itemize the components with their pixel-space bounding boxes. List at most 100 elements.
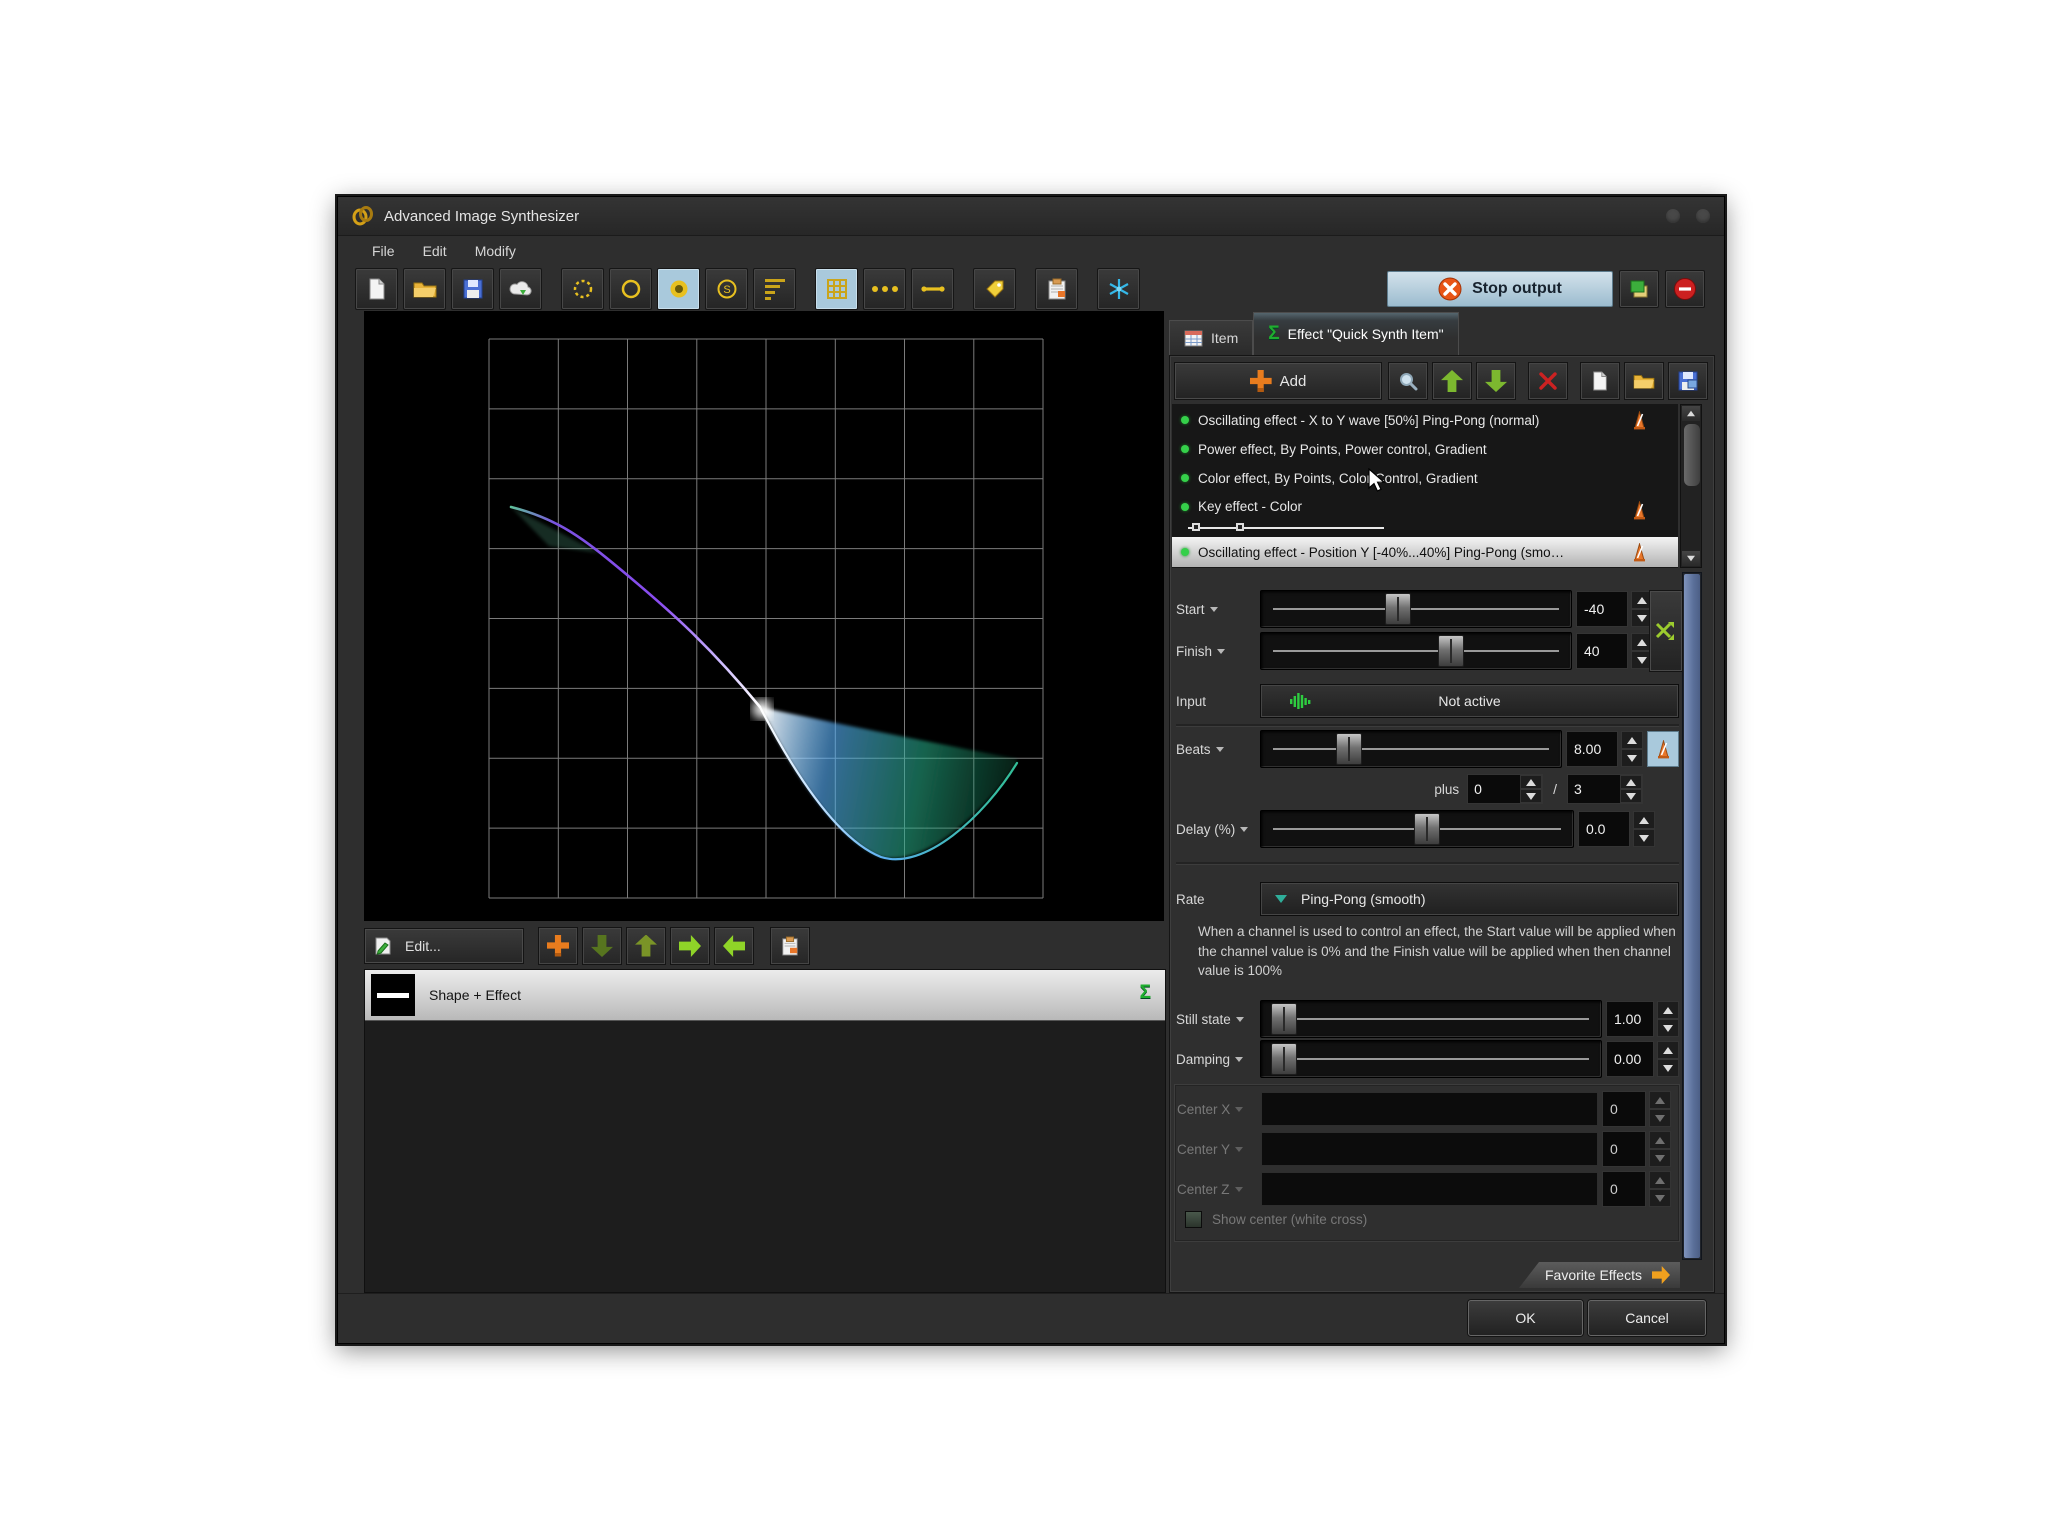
finish-slider[interactable] <box>1260 632 1572 670</box>
key-effect-range-slider[interactable] <box>1188 523 1384 533</box>
spin-up-button[interactable] <box>1621 731 1643 749</box>
menu-modify[interactable]: Modify <box>475 243 516 259</box>
spin-down-button[interactable] <box>1621 749 1643 767</box>
spin-up-button[interactable] <box>1657 1041 1679 1059</box>
spin-down-button[interactable] <box>1633 829 1655 847</box>
effect-row[interactable]: Power effect, By Points, Power control, … <box>1172 435 1678 463</box>
add-effect-button[interactable]: Add <box>1174 362 1382 400</box>
spin-down-button[interactable] <box>1649 1109 1671 1127</box>
effect-row-selected[interactable]: Oscillating effect - Position Y [-40%...… <box>1172 537 1678 567</box>
delay-value[interactable]: 0.0 <box>1578 811 1630 847</box>
beats-value[interactable]: 8.00 <box>1566 731 1618 767</box>
slider-thumb[interactable] <box>1438 635 1464 667</box>
damping-slider[interactable] <box>1260 1040 1602 1078</box>
center-y-value[interactable]: 0 <box>1602 1131 1646 1167</box>
search-effect-button[interactable] <box>1388 362 1428 400</box>
freeze-button[interactable] <box>1097 268 1140 310</box>
center-x-field[interactable] <box>1261 1092 1598 1126</box>
s-shape-button[interactable]: S <box>705 268 748 310</box>
delay-label[interactable]: Delay (%) <box>1176 822 1260 837</box>
shape-list-item-selected[interactable]: Shape + Effect Σ <box>365 970 1165 1021</box>
delay-spinner[interactable] <box>1633 811 1655 847</box>
circle-outline-button[interactable] <box>609 268 652 310</box>
new-document-button[interactable] <box>355 268 398 310</box>
spin-down-button[interactable] <box>1520 789 1542 803</box>
center-z-value[interactable]: 0 <box>1602 1171 1646 1207</box>
still-state-value[interactable]: 1.00 <box>1606 1001 1654 1037</box>
title-bar[interactable]: Advanced Image Synthesizer <box>338 197 1724 236</box>
start-label[interactable]: Start <box>1176 602 1260 617</box>
effect-row[interactable]: Oscillating effect - X to Y wave [50%] P… <box>1172 406 1678 434</box>
finish-label[interactable]: Finish <box>1176 644 1260 659</box>
center-y-spinner[interactable] <box>1649 1131 1671 1167</box>
move-shape-down-button[interactable] <box>582 927 622 965</box>
beats-label[interactable]: Beats <box>1176 742 1260 757</box>
minimize-button[interactable] <box>1666 209 1680 223</box>
spin-up-button[interactable] <box>1520 775 1542 789</box>
spin-down-button[interactable] <box>1649 1189 1671 1207</box>
beam-button[interactable] <box>911 268 954 310</box>
scroll-up-button[interactable] <box>1682 406 1700 421</box>
menu-edit[interactable]: Edit <box>423 243 447 259</box>
effect-row[interactable]: Key effect - Color <box>1172 493 1678 535</box>
stop-output-button[interactable]: Stop output <box>1387 271 1613 307</box>
rate-dropdown[interactable]: Ping-Pong (smooth) <box>1260 882 1679 916</box>
spin-up-button[interactable] <box>1620 775 1642 789</box>
clipboard-button[interactable] <box>1035 268 1078 310</box>
save-button[interactable] <box>451 268 494 310</box>
edit-shape-button[interactable]: Edit... <box>364 928 524 964</box>
start-slider[interactable] <box>1260 590 1572 628</box>
spin-up-button[interactable] <box>1649 1171 1671 1189</box>
still-state-slider[interactable] <box>1260 1000 1602 1038</box>
add-shape-button[interactable] <box>538 927 578 965</box>
slider-thumb[interactable] <box>1385 593 1411 625</box>
center-z-spinner[interactable] <box>1649 1171 1671 1207</box>
delay-slider[interactable] <box>1260 810 1574 848</box>
blackout-button[interactable] <box>1665 270 1705 308</box>
close-button[interactable] <box>1696 209 1710 223</box>
plus-spinner[interactable] <box>1520 775 1542 803</box>
effect-row[interactable]: Color effect, By Points, Color Control, … <box>1172 464 1678 492</box>
show-center-checkbox[interactable] <box>1185 1211 1202 1228</box>
spin-down-button[interactable] <box>1620 789 1642 803</box>
ok-button[interactable]: OK <box>1468 1300 1583 1336</box>
scroll-down-button[interactable] <box>1682 551 1700 566</box>
point-mode-button[interactable] <box>561 268 604 310</box>
still-state-label[interactable]: Still state <box>1176 1012 1260 1027</box>
center-y-field[interactable] <box>1261 1132 1598 1166</box>
effect-list-scrollbar[interactable] <box>1680 404 1702 568</box>
paste-shape-button[interactable] <box>770 927 810 965</box>
spin-down-button[interactable] <box>1657 1059 1679 1077</box>
open-file-button[interactable] <box>403 268 446 310</box>
panel-scrollbar-thumb[interactable] <box>1684 574 1700 1258</box>
delete-effect-button[interactable] <box>1528 362 1568 400</box>
spin-down-button[interactable] <box>1657 1019 1679 1037</box>
ellipsis-button[interactable] <box>863 268 906 310</box>
spin-up-button[interactable] <box>1649 1091 1671 1109</box>
cloud-button[interactable] <box>499 268 542 310</box>
tab-item[interactable]: Item <box>1169 320 1253 355</box>
range-handle[interactable] <box>1192 523 1200 531</box>
scrollbar-thumb[interactable] <box>1683 423 1701 487</box>
move-effect-up-button[interactable] <box>1432 362 1472 400</box>
slider-thumb[interactable] <box>1271 1003 1297 1035</box>
laser-preview-canvas[interactable] <box>364 311 1164 921</box>
filled-circle-button[interactable] <box>657 268 700 310</box>
damping-spinner[interactable] <box>1657 1041 1679 1077</box>
spin-up-button[interactable] <box>1657 1001 1679 1019</box>
tag-button[interactable] <box>973 268 1016 310</box>
new-effect-file-button[interactable] <box>1580 362 1620 400</box>
menu-file[interactable]: File <box>372 243 395 259</box>
slider-thumb[interactable] <box>1271 1043 1297 1075</box>
damping-label[interactable]: Damping <box>1176 1052 1260 1067</box>
spin-down-button[interactable] <box>1649 1149 1671 1167</box>
center-x-spinner[interactable] <box>1649 1091 1671 1127</box>
cancel-button[interactable]: Cancel <box>1588 1300 1706 1336</box>
start-value[interactable]: -40 <box>1576 591 1628 627</box>
beat-sync-button[interactable] <box>1647 731 1679 767</box>
damping-value[interactable]: 0.00 <box>1606 1041 1654 1077</box>
slider-thumb[interactable] <box>1414 813 1440 845</box>
divisor-spinner[interactable] <box>1620 775 1642 803</box>
spin-up-button[interactable] <box>1649 1131 1671 1149</box>
save-effect-file-button[interactable] <box>1668 362 1708 400</box>
